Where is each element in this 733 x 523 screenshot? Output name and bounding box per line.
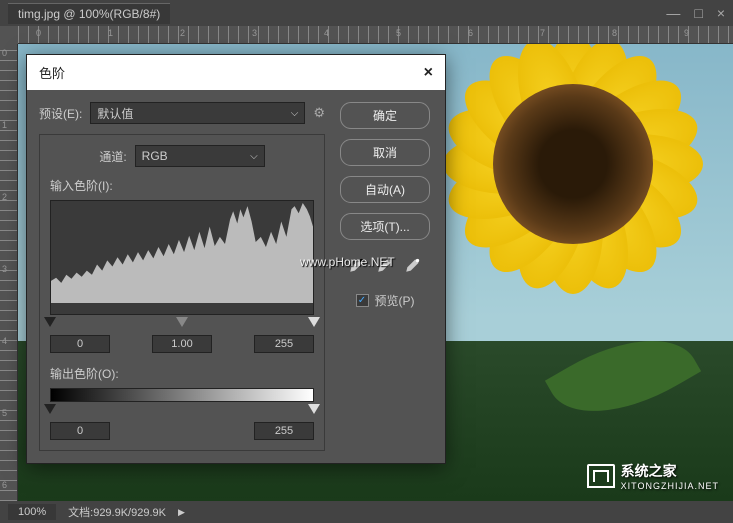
white-point-slider[interactable] (308, 317, 320, 327)
app-titlebar: timg.jpg @ 100%(RGB/8#) — □ × (0, 0, 733, 26)
output-slider[interactable] (50, 404, 314, 418)
input-white-field[interactable] (254, 335, 314, 353)
watermark-phome: www.pHome.NET (300, 255, 395, 269)
ruler-horizontal: 0 1 2 3 4 5 6 7 8 9 (18, 26, 733, 44)
doc-info: 文档:929.9K/929.9K (68, 504, 166, 520)
eyedropper-white-icon[interactable] (404, 256, 422, 274)
output-white-slider[interactable] (308, 404, 320, 414)
gear-icon[interactable]: ⚙ (313, 105, 325, 121)
auto-button[interactable]: 自动(A) (340, 176, 430, 203)
output-gradient (50, 388, 314, 402)
output-white-field[interactable] (254, 422, 314, 440)
dialog-titlebar[interactable]: 色阶 × (27, 55, 445, 90)
midtone-slider[interactable] (176, 317, 188, 327)
output-black-field[interactable] (50, 422, 110, 440)
ok-button[interactable]: 确定 (340, 102, 430, 129)
status-bar: 100% 文档:929.9K/929.9K ▶ (0, 501, 733, 523)
preview-label: 预览(P) (375, 292, 415, 309)
output-black-slider[interactable] (44, 404, 56, 414)
preset-select[interactable]: 默认值 (90, 102, 305, 124)
preset-label: 预设(E): (39, 105, 82, 122)
zoom-level[interactable]: 100% (8, 504, 56, 520)
input-black-field[interactable] (50, 335, 110, 353)
input-slider[interactable] (50, 317, 314, 331)
ruler-vertical: 0 1 2 3 4 5 6 (0, 44, 18, 501)
preview-checkbox[interactable]: ✓ (356, 294, 369, 307)
document-tab[interactable]: timg.jpg @ 100%(RGB/8#) (8, 3, 170, 24)
cancel-button[interactable]: 取消 (340, 139, 430, 166)
channel-label: 通道: (99, 148, 126, 165)
black-point-slider[interactable] (44, 317, 56, 327)
maximize-icon[interactable]: □ (694, 5, 702, 21)
input-levels-label: 输入色阶(I): (50, 177, 314, 194)
output-levels-label: 输出色阶(O): (50, 365, 314, 382)
channel-select[interactable]: RGB (135, 145, 265, 167)
options-button[interactable]: 选项(T)... (340, 213, 430, 240)
house-icon (587, 464, 615, 488)
watermark-xitongzhijia: 系统之家 XITONGZHIJIA.NET (587, 461, 719, 491)
close-window-icon[interactable]: × (717, 5, 725, 21)
dialog-title: 色阶 (39, 63, 65, 82)
minimize-icon[interactable]: — (666, 5, 680, 21)
histogram (50, 200, 314, 315)
window-controls: — □ × (666, 5, 725, 21)
input-gamma-field[interactable] (152, 335, 212, 353)
close-icon[interactable]: × (424, 64, 433, 82)
